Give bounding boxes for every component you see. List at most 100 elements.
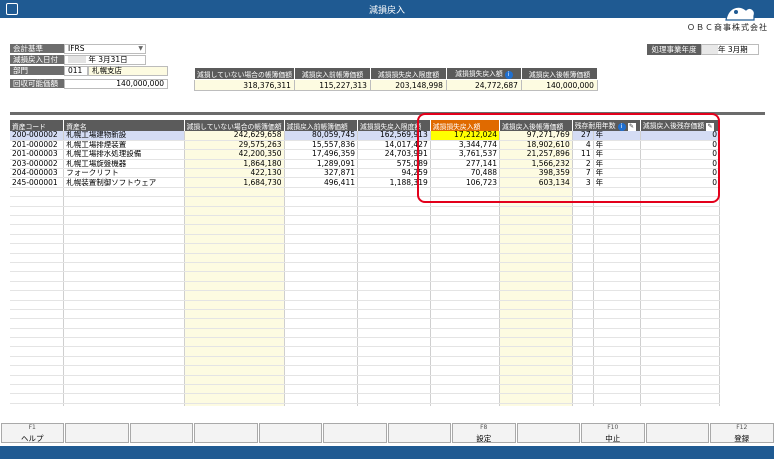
empty-cell	[593, 300, 641, 310]
fkey-blank-button[interactable]	[323, 423, 387, 443]
empty-cell	[284, 365, 359, 376]
empty-row[interactable]	[10, 243, 720, 254]
table-cell-name: 札幌工場排煙装置	[63, 140, 185, 151]
empty-cell	[184, 346, 285, 357]
fkey-blank-button[interactable]	[645, 423, 709, 443]
empty-cell	[10, 337, 65, 348]
fkey-f12-button[interactable]: F12 登録	[710, 423, 774, 443]
table-cell-c2: 80,059,745	[284, 131, 359, 141]
fkey-blank-button[interactable]	[516, 423, 580, 443]
empty-cell	[499, 393, 573, 404]
empty-row[interactable]	[10, 300, 720, 310]
empty-row[interactable]	[10, 403, 720, 406]
empty-row[interactable]	[10, 253, 720, 263]
empty-row[interactable]	[10, 328, 720, 339]
empty-row[interactable]	[10, 262, 720, 273]
empty-cell	[430, 328, 501, 339]
fkey-f8-button[interactable]: F8 設定	[452, 423, 516, 443]
empty-row[interactable]	[10, 206, 720, 217]
empty-cell	[357, 356, 431, 367]
empty-cell	[430, 393, 501, 404]
empty-row[interactable]	[10, 290, 720, 301]
empty-cell	[430, 384, 501, 395]
empty-cell	[430, 281, 501, 292]
fkey-label: ヘルプ	[21, 434, 44, 443]
empty-cell	[499, 253, 573, 263]
empty-cell	[357, 262, 431, 273]
empty-row[interactable]	[10, 224, 720, 235]
accounting-standard-select[interactable]: IFRS ▼	[64, 44, 146, 54]
empty-cell	[10, 393, 65, 404]
empty-cell	[63, 365, 185, 376]
empty-row[interactable]	[10, 384, 720, 395]
empty-cell	[63, 356, 185, 367]
empty-cell	[357, 346, 431, 357]
fkey-number: F1	[28, 424, 36, 431]
empty-row[interactable]	[10, 393, 720, 404]
reversal-date-input[interactable]: 年 3月31日	[64, 55, 146, 65]
recoverable-amount-input[interactable]: 140,000,000	[64, 79, 168, 89]
fkey-blank-button[interactable]	[129, 423, 193, 443]
empty-cell	[357, 375, 431, 386]
fkey-blank-button[interactable]	[65, 423, 129, 443]
fkey-blank-button[interactable]	[194, 423, 258, 443]
empty-cell	[10, 356, 65, 367]
fkey-blank-button[interactable]	[387, 423, 451, 443]
empty-row[interactable]	[10, 375, 720, 386]
fiscal-year-label: 処理事業年度	[647, 44, 701, 55]
empty-row[interactable]	[10, 365, 720, 376]
empty-cell	[640, 375, 720, 386]
col-header-pre-reversal-book-value[interactable]: 減損戻入前帳簿価額	[284, 120, 359, 131]
fkey-f1-button[interactable]: F1 ヘルプ	[0, 423, 64, 443]
empty-cell	[640, 215, 720, 226]
empty-cell	[10, 346, 65, 357]
department-code-input[interactable]: 011	[64, 66, 88, 76]
department-field: 部門 011 札幌支店	[10, 66, 168, 76]
empty-row[interactable]	[10, 337, 720, 348]
empty-cell	[184, 224, 285, 235]
empty-cell	[357, 337, 431, 348]
empty-row[interactable]	[10, 356, 720, 367]
function-key-bar: F1 ヘルプ F8 設定 F10 中止 F12 登録	[0, 423, 774, 443]
fiscal-year-text: 年 3月期	[718, 45, 748, 54]
empty-cell	[593, 271, 641, 282]
empty-row[interactable]	[10, 346, 720, 357]
col-header-name[interactable]: 資産名	[63, 120, 185, 131]
table-cell-code: 200-000002	[10, 131, 65, 141]
table-cell-code: 201-000002	[10, 140, 65, 151]
empty-cell	[284, 253, 359, 263]
table-cell-c2: 15,557,836	[284, 140, 359, 151]
table-cell-name: フォークリフト	[63, 168, 185, 179]
empty-row[interactable]	[10, 309, 720, 320]
empty-cell	[640, 309, 720, 320]
empty-cell	[499, 356, 573, 367]
col-header-code[interactable]: 資産コード	[10, 120, 65, 131]
empty-row[interactable]	[10, 281, 720, 292]
empty-cell	[357, 328, 431, 339]
empty-cell	[10, 206, 65, 217]
empty-cell	[430, 262, 501, 273]
empty-cell	[184, 365, 285, 376]
empty-cell	[430, 215, 501, 226]
empty-cell	[593, 365, 641, 376]
empty-cell	[184, 187, 285, 198]
chevron-down-icon[interactable]: ▼	[138, 45, 143, 53]
empty-cell	[284, 243, 359, 254]
empty-row[interactable]	[10, 234, 720, 245]
empty-cell	[640, 346, 720, 357]
empty-cell	[640, 281, 720, 292]
empty-cell	[357, 206, 431, 217]
empty-row[interactable]	[10, 215, 720, 226]
empty-cell	[63, 337, 185, 348]
fkey-f10-button[interactable]: F10 中止	[581, 423, 645, 443]
empty-row[interactable]	[10, 271, 720, 282]
table-cell-code: 203-000002	[10, 159, 65, 170]
fkey-blank-button[interactable]	[258, 423, 322, 443]
empty-row[interactable]	[10, 318, 720, 329]
empty-cell	[284, 356, 359, 367]
info-icon[interactable]: i	[504, 71, 513, 79]
col-header-unimpaired-book-value[interactable]: 減損していない場合の帳簿価額	[184, 120, 285, 131]
empty-cell	[63, 384, 185, 395]
empty-cell	[284, 215, 359, 226]
empty-cell	[640, 271, 720, 282]
